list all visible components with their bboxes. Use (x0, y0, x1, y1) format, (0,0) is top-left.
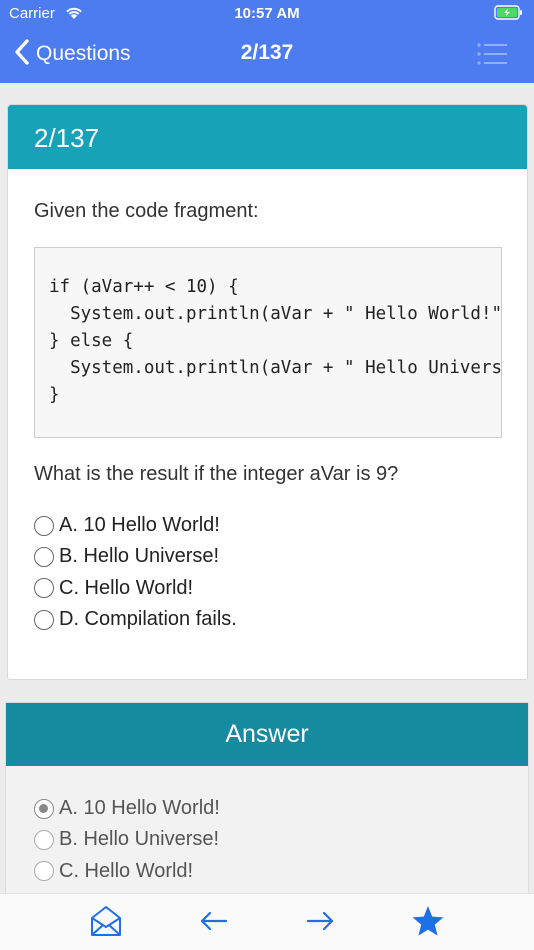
option-d[interactable]: D. Compilation fails. (34, 604, 237, 635)
option-label: A. 10 Hello World! (59, 514, 220, 537)
star-icon[interactable] (411, 904, 445, 938)
question-card: 2/137 Given the code fragment: if (aVar+… (7, 104, 528, 680)
radio-icon[interactable] (34, 609, 54, 630)
answer-option-label: B. Hello Universe! (59, 828, 220, 851)
answer-option-list: A. 10 Hello World! B. Hello Universe! C.… (34, 793, 220, 887)
list-menu-icon[interactable] (476, 40, 508, 68)
option-label: D. Compilation fails. (59, 608, 237, 631)
question-prompt: Given the code fragment: (34, 200, 259, 222)
navigation-bar: Questions 2/137 (0, 28, 534, 83)
code-block: if (aVar++ < 10) { System.out.println(aV… (34, 247, 502, 438)
answer-option-label: C. Hello World! (59, 859, 194, 882)
option-c[interactable]: C. Hello World! (34, 573, 237, 604)
radio-icon[interactable] (34, 578, 54, 599)
bottom-toolbar (0, 893, 534, 950)
battery-icon (494, 5, 524, 20)
option-b[interactable]: B. Hello Universe! (34, 541, 237, 572)
arrow-left-icon[interactable] (197, 904, 231, 938)
answer-option-label: A. 10 Hello World! (59, 797, 220, 820)
question-number: 2/137 (8, 105, 527, 169)
nav-title: 2/137 (240, 41, 294, 64)
radio-checked-icon (34, 798, 54, 819)
answer-option-c: C. Hello World! (34, 856, 220, 887)
option-label: C. Hello World! (59, 576, 194, 599)
code-text: if (aVar++ < 10) { System.out.println(aV… (49, 277, 502, 405)
radio-icon[interactable] (34, 546, 54, 567)
radio-icon[interactable] (34, 515, 54, 536)
option-label: B. Hello Universe! (59, 545, 220, 568)
radio-icon (34, 861, 54, 882)
mail-icon[interactable] (89, 904, 123, 938)
top-bar: Carrier 10:57 AM Questions 2/137 (0, 0, 534, 83)
answer-option-b: B. Hello Universe! (34, 824, 220, 855)
option-a[interactable]: A. 10 Hello World! (34, 510, 237, 541)
arrow-right-icon[interactable] (303, 904, 337, 938)
status-time: 10:57 AM (234, 5, 300, 22)
status-bar: Carrier 10:57 AM (0, 0, 534, 28)
question-text: What is the result if the integer aVar i… (34, 463, 399, 485)
answer-header: Answer (6, 703, 528, 766)
answer-card: Answer A. 10 Hello World! B. Hello Unive… (5, 702, 529, 902)
option-list: A. 10 Hello World! B. Hello Universe! C.… (34, 510, 237, 635)
radio-icon (34, 829, 54, 850)
answer-option-a: A. 10 Hello World! (34, 793, 220, 824)
